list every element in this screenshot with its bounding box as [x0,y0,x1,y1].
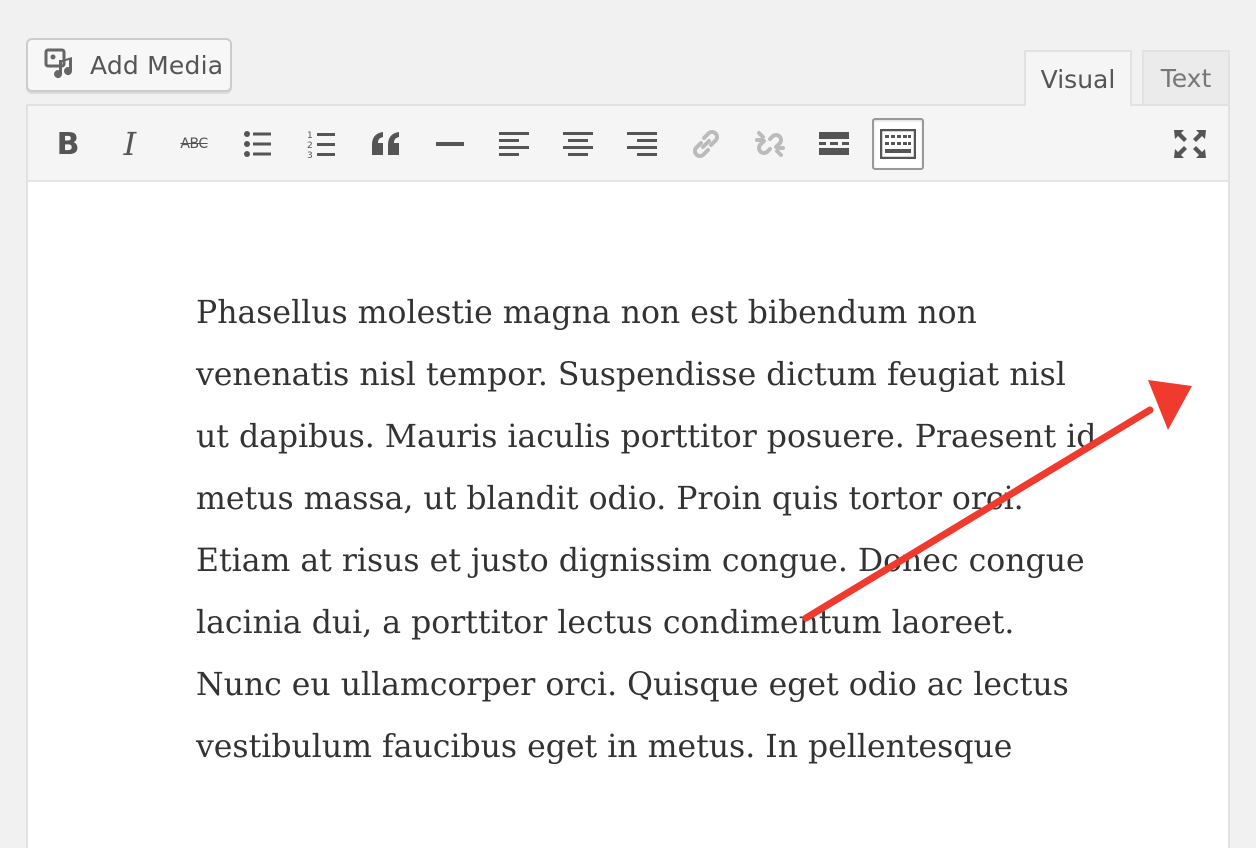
content-line: Nunc eu ullamcorper orci. Quisque eget o… [196,667,1069,703]
numbered-list-icon: 1 2 3 [307,131,335,159]
content-line: vestibulum faucibus eget in metus. In pe… [196,729,1013,765]
blockquote-icon [372,132,399,155]
horizontal-line-button[interactable] [424,118,476,170]
align-left-button[interactable] [488,118,540,170]
tab-visual[interactable]: Visual [1024,50,1132,106]
align-center-icon [563,132,593,156]
editor-screen: Add Media Visual Text B I ABC 1 2 3 Phas… [0,0,1256,848]
italic-icon: I [123,125,137,163]
remove-link-button[interactable] [744,118,796,170]
add-media-icon [44,48,78,82]
remove-link-icon [755,131,785,157]
add-media-button[interactable]: Add Media [26,38,232,92]
read-more-icon [819,132,849,155]
content-line: lacinia dui, a porttitor lectus condimen… [196,605,1015,641]
tab-text[interactable]: Text [1142,50,1230,104]
insert-link-icon [693,130,719,158]
fullscreen-icon [1174,130,1206,158]
align-left-icon [499,132,529,156]
fullscreen-button[interactable] [1164,118,1216,170]
horizontal-line-icon [436,142,464,146]
format-toolbar: B I ABC 1 2 3 [28,106,1228,182]
bold-button[interactable]: B [42,118,94,170]
add-media-label: Add Media [90,50,224,80]
content-line: venenatis nisl tempor. Suspendisse dictu… [196,357,1066,393]
numbered-list-button[interactable]: 1 2 3 [296,118,348,170]
content-line: Etiam at risus et justo dignissim congue… [196,543,1085,579]
toolbar-toggle-button[interactable] [872,118,924,170]
read-more-button[interactable] [808,118,860,170]
svg-text:2: 2 [307,141,313,151]
align-right-button[interactable] [616,118,668,170]
content-line: metus massa, ut blandit odio. Proin quis… [196,481,1024,517]
content-line: Phasellus molestie magna non est bibendu… [196,295,977,331]
svg-text:3: 3 [307,151,313,159]
align-right-icon [627,132,657,156]
toolbar-toggle-icon [880,129,916,159]
bulleted-list-button[interactable] [232,118,284,170]
italic-button[interactable]: I [104,118,156,170]
editor-frame: B I ABC 1 2 3 Phasellus molestie magna n… [26,104,1230,848]
bulleted-list-icon [244,131,271,157]
content-line: ut dapibus. Mauris iaculis porttitor pos… [196,419,1097,455]
align-center-button[interactable] [552,118,604,170]
editor-content[interactable]: Phasellus molestie magna non est bibendu… [196,282,1226,778]
blockquote-button[interactable] [360,118,412,170]
bold-icon: B [56,126,80,162]
strikethrough-icon: ABC [180,136,208,152]
insert-link-button[interactable] [680,118,732,170]
svg-text:1: 1 [307,131,313,141]
strikethrough-button[interactable]: ABC [168,118,220,170]
